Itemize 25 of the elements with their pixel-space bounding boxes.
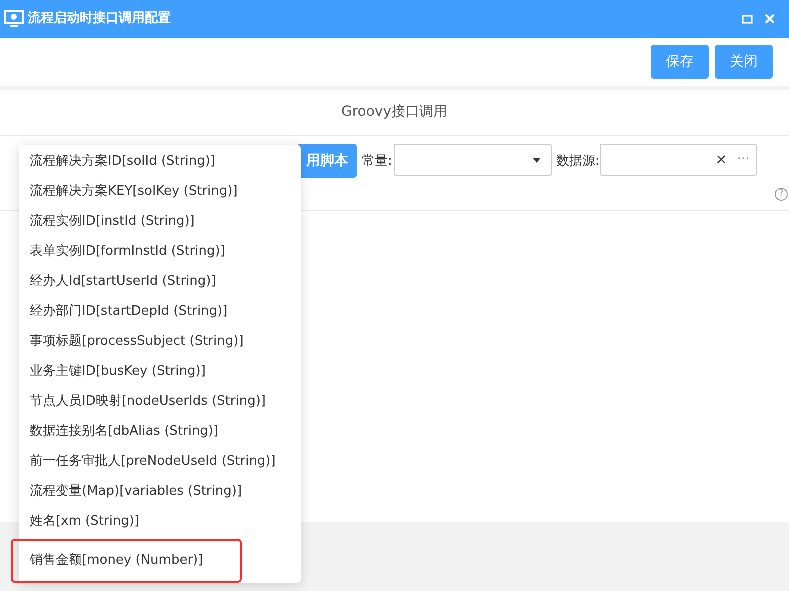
section-title: Groovy接口调用 xyxy=(342,103,448,122)
menu-item[interactable]: 事项标题[processSubject (String)] xyxy=(19,327,301,357)
window-title: 流程启动时接口调用配置 xyxy=(28,10,171,28)
constant-select[interactable] xyxy=(394,144,552,176)
clear-icon[interactable]: × xyxy=(716,150,728,170)
menu-item[interactable]: 经办部门ID[startDepId (String)] xyxy=(19,297,301,327)
menu-item[interactable]: 表单实例ID[formInstId (String)] xyxy=(19,237,301,267)
constant-label: 常量: xyxy=(362,153,392,171)
menu-item[interactable]: 前一任务审批人[preNodeUseId (String)] xyxy=(19,447,301,477)
caret-icon xyxy=(533,158,542,162)
menu-item[interactable]: 节点人员ID映射[nodeUserIds (String)] xyxy=(19,387,301,417)
menu-item[interactable]: 经办人Id[startUserId (String)] xyxy=(19,267,301,297)
menu-item[interactable]: 数据连接别名[dbAlias (String)] xyxy=(19,417,301,447)
menu-item[interactable]: 销售金额[money (Number)] xyxy=(13,541,240,581)
more-icon[interactable]: ··· xyxy=(737,150,750,170)
menu-item[interactable]: 流程解决方案KEY[solKey (String)] xyxy=(19,177,301,207)
menu-item[interactable]: 流程变量(Map)[variables (String)] xyxy=(19,477,301,507)
close-icon[interactable] xyxy=(765,14,775,24)
menu-item[interactable]: 姓名[xm (String)] xyxy=(19,507,301,537)
datasource-field[interactable]: × ··· xyxy=(600,144,757,176)
menu-item[interactable]: 流程实例ID[instId (String)] xyxy=(19,207,301,237)
datasource-label: 数据源: xyxy=(556,153,600,171)
maximize-icon[interactable] xyxy=(742,14,753,24)
menu-item[interactable]: 业务主键ID[busKey (String)] xyxy=(19,357,301,387)
menu-item[interactable]: 流程解决方案ID[solId (String)] xyxy=(19,147,301,177)
